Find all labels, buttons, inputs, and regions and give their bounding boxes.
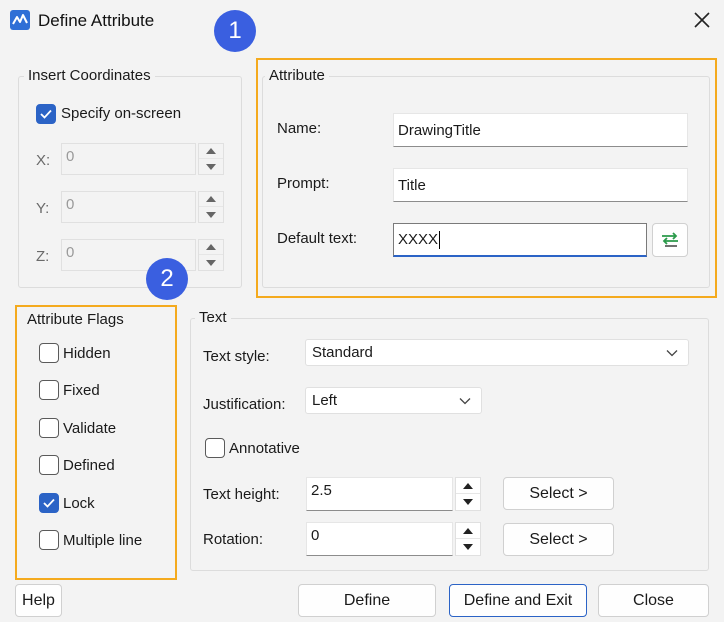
justification-label: Justification: <box>203 396 286 413</box>
arrow-up-icon <box>463 482 473 489</box>
x-spin-up[interactable] <box>199 144 223 159</box>
prompt-field[interactable]: Title <box>393 168 688 202</box>
insert-field-icon <box>662 232 678 247</box>
define-and-exit-button[interactable]: Define and Exit <box>449 584 587 617</box>
default-text-field[interactable]: XXXX <box>393 223 647 257</box>
annotative-checkbox[interactable] <box>205 438 225 458</box>
validate-checkbox[interactable] <box>39 418 59 438</box>
define-button[interactable]: Define <box>298 584 436 617</box>
annotative-label: Annotative <box>229 440 300 457</box>
text-cursor <box>439 230 441 249</box>
x-spin-down[interactable] <box>199 159 223 174</box>
hidden-label: Hidden <box>63 345 111 362</box>
text-style-label: Text style: <box>203 348 270 365</box>
text-height-field[interactable]: 2.5 <box>306 477 453 511</box>
specify-on-screen-checkbox[interactable] <box>36 104 56 124</box>
specify-on-screen-label: Specify on-screen <box>61 105 182 122</box>
callout-badge-1: 1 <box>214 10 256 52</box>
checkmark-icon <box>40 109 52 119</box>
close-button[interactable]: Close <box>598 584 709 617</box>
arrow-down-icon <box>463 499 473 505</box>
y-label: Y: <box>36 200 50 217</box>
text-style-value: Standard <box>312 344 373 361</box>
rotation-field[interactable]: 0 <box>306 522 453 556</box>
arrow-up-icon <box>206 148 216 154</box>
y-spin-down[interactable] <box>199 207 223 222</box>
lock-label: Lock <box>63 495 95 512</box>
justification-select[interactable]: Left <box>305 387 482 414</box>
z-spinner[interactable] <box>198 239 224 271</box>
x-field[interactable]: 0 <box>61 143 196 175</box>
multiple-line-label: Multiple line <box>63 532 143 549</box>
attribute-legend: Attribute <box>265 67 329 85</box>
y-spin-up[interactable] <box>199 192 223 207</box>
rotation-select-button[interactable]: Select > <box>503 523 614 556</box>
arrow-down-icon <box>463 544 473 550</box>
attribute-flags-legend: Attribute Flags <box>27 311 124 328</box>
rotation-label: Rotation: <box>203 531 264 548</box>
multiple-line-checkbox[interactable] <box>39 530 59 550</box>
insert-coordinates-legend: Insert Coordinates <box>24 67 155 85</box>
x-spinner[interactable] <box>198 143 224 175</box>
text-height-spin-down[interactable] <box>456 494 480 510</box>
app-icon <box>10 10 30 30</box>
justification-value: Left <box>312 392 338 409</box>
rotation-spin-up[interactable] <box>456 523 480 539</box>
text-legend: Text <box>195 309 231 327</box>
arrow-down-icon <box>206 259 216 266</box>
text-height-label: Text height: <box>203 486 280 503</box>
name-field[interactable]: DrawingTitle <box>393 113 688 147</box>
z-label: Z: <box>36 248 50 265</box>
arrow-up-icon <box>206 196 216 202</box>
text-height-spinner[interactable] <box>455 477 481 511</box>
close-icon[interactable] <box>692 10 712 30</box>
fixed-label: Fixed <box>63 382 100 399</box>
window-title: Define Attribute <box>38 11 155 30</box>
defined-label: Defined <box>63 457 115 474</box>
text-height-select-button[interactable]: Select > <box>503 477 614 510</box>
prompt-label: Prompt: <box>277 175 330 192</box>
y-spinner[interactable] <box>198 191 224 223</box>
checkmark-icon <box>43 498 55 508</box>
x-label: X: <box>36 152 51 169</box>
help-button[interactable]: Help <box>15 584 62 617</box>
lock-checkbox[interactable] <box>39 493 59 513</box>
validate-label: Validate <box>63 420 117 437</box>
hidden-checkbox[interactable] <box>39 343 59 363</box>
name-label: Name: <box>277 120 322 137</box>
rotation-spinner[interactable] <box>455 522 481 556</box>
arrow-down-icon <box>206 163 216 170</box>
text-style-select[interactable]: Standard <box>305 339 689 366</box>
insert-field-button[interactable] <box>652 223 688 257</box>
z-spin-down[interactable] <box>199 255 223 270</box>
default-text-label: Default text: <box>277 230 358 247</box>
arrow-down-icon <box>206 211 216 218</box>
defined-checkbox[interactable] <box>39 455 59 475</box>
callout-badge-2: 2 <box>146 258 188 300</box>
arrow-up-icon <box>463 527 473 534</box>
arrow-up-icon <box>206 244 216 250</box>
fixed-checkbox[interactable] <box>39 380 59 400</box>
default-text-value: XXXX <box>398 231 439 248</box>
rotation-spin-down[interactable] <box>456 539 480 555</box>
y-field[interactable]: 0 <box>61 191 196 223</box>
chevron-down-icon <box>666 349 678 356</box>
text-height-spin-up[interactable] <box>456 478 480 494</box>
chevron-down-icon <box>459 397 471 404</box>
z-spin-up[interactable] <box>199 240 223 255</box>
